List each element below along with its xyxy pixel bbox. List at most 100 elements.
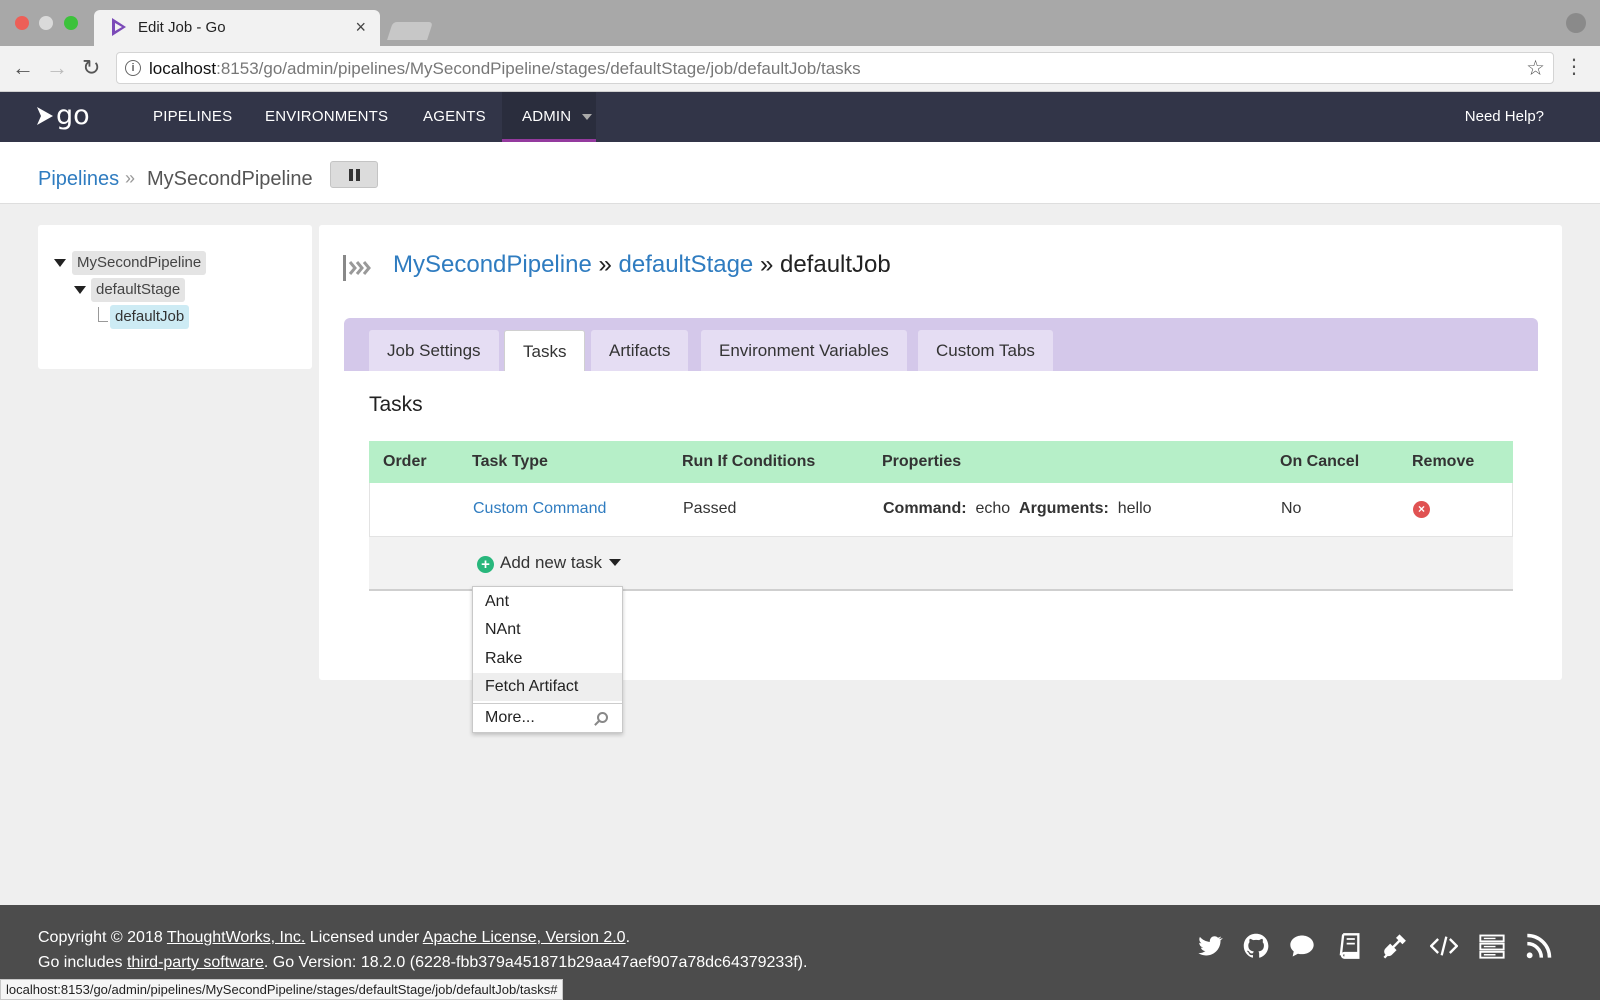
copyright-text: Copyright © 2018: [38, 929, 167, 946]
thoughtworks-link[interactable]: ThoughtWorks, Inc.: [167, 929, 305, 946]
table-header: Order Task Type Run If Conditions Proper…: [369, 441, 1513, 483]
includes-text: Go includes: [38, 954, 127, 971]
url-host: localhost: [149, 59, 217, 78]
tab-close-icon[interactable]: ×: [355, 17, 366, 38]
expand-pipeline-triangle-icon[interactable]: [54, 259, 66, 267]
job-tabs: Job Settings Tasks Artifacts Environment…: [344, 318, 1538, 371]
tab-environment-variables[interactable]: Environment Variables: [701, 330, 907, 371]
logo-text: go: [56, 100, 90, 131]
column-on-cancel: On Cancel: [1280, 453, 1360, 470]
address-bar[interactable]: i localhost:8153/go/admin/pipelines/MySe…: [116, 52, 1554, 84]
breadcrumb-pipelines-link[interactable]: Pipelines: [38, 168, 119, 191]
profile-icon[interactable]: [1566, 13, 1586, 33]
docs-icon[interactable]: [1335, 932, 1363, 960]
new-tab-button[interactable]: [387, 22, 433, 40]
menu-item-nant[interactable]: NAnt: [473, 616, 622, 644]
menu-item-ant[interactable]: Ant: [473, 588, 622, 616]
back-arrow-icon[interactable]: ←: [12, 55, 34, 81]
menu-item-rake[interactable]: Rake: [473, 645, 622, 673]
twitter-icon[interactable]: [1196, 932, 1224, 960]
licensed-text: Licensed under: [305, 929, 423, 946]
minimize-window-button[interactable]: [39, 16, 53, 30]
add-new-task-label: Add new task: [500, 553, 603, 572]
app-header: go PIPELINES ENVIRONMENTS AGENTS ADMIN N…: [0, 92, 1600, 142]
go-logo[interactable]: go: [36, 100, 90, 131]
breadcrumb-current: MySecondPipeline: [147, 168, 313, 190]
breadcrumb-separator: »: [125, 168, 136, 188]
browser-menu-icon[interactable]: ⋮: [1564, 54, 1584, 79]
run-if-value: Passed: [683, 500, 737, 517]
url-path: :8153/go/admin/pipelines/MySecondPipelin…: [216, 59, 861, 78]
period-text: .: [625, 929, 631, 946]
page-title: MySecondPipeline » defaultStage » defaul…: [393, 251, 891, 279]
command-value: echo: [975, 500, 1011, 517]
github-icon[interactable]: [1242, 932, 1270, 960]
bookmark-star-icon[interactable]: ☆: [1526, 56, 1545, 81]
menu-item-more[interactable]: More...: [473, 703, 622, 733]
license-link[interactable]: Apache License, Version 2.0: [423, 929, 626, 946]
tree-item-job[interactable]: defaultJob: [110, 305, 190, 329]
need-help-link[interactable]: Need Help?: [1465, 108, 1544, 125]
nav-environments[interactable]: ENVIRONMENTS: [265, 108, 388, 125]
browser-titlebar: Edit Job - Go ×: [0, 0, 1600, 46]
arguments-label: Arguments:: [1019, 500, 1109, 517]
remove-task-icon[interactable]: ×: [1413, 501, 1430, 518]
api-icon[interactable]: [1430, 932, 1458, 960]
heading-stage-link[interactable]: defaultStage: [619, 251, 754, 278]
on-cancel-value: No: [1281, 500, 1302, 517]
heading-separator: »: [598, 251, 612, 278]
forward-arrow-icon[interactable]: →: [46, 55, 68, 81]
expand-stage-triangle-icon[interactable]: [74, 286, 86, 294]
nav-pipelines[interactable]: PIPELINES: [153, 108, 232, 125]
add-task-row: + Add new task: [369, 537, 1513, 591]
go-favicon-icon: [112, 18, 126, 36]
task-type-dropdown: Ant NAnt Rake Fetch Artifact More...: [472, 586, 623, 733]
tree-item-stage[interactable]: defaultStage: [91, 278, 186, 302]
copyright-line: Copyright © 2018 ThoughtWorks, Inc. Lice…: [38, 929, 630, 947]
tab-artifacts[interactable]: Artifacts: [591, 330, 689, 371]
nav-agents[interactable]: AGENTS: [423, 108, 486, 125]
nav-admin[interactable]: ADMIN: [502, 92, 596, 142]
browser-toolbar: ← → ↻ i localhost:8153/go/admin/pipeline…: [0, 46, 1600, 92]
heading-pipeline-link[interactable]: MySecondPipeline: [393, 251, 592, 278]
browser-tab[interactable]: Edit Job - Go ×: [94, 10, 380, 46]
maximize-window-button[interactable]: [64, 16, 78, 30]
task-type-link[interactable]: Custom Command: [473, 500, 606, 518]
tab-tasks[interactable]: Tasks: [504, 330, 586, 371]
go-logo-icon: [37, 107, 53, 125]
url-text[interactable]: localhost:8153/go/admin/pipelines/MySeco…: [149, 59, 861, 79]
breadcrumb: Pipelines » MySecondPipeline: [0, 142, 1600, 204]
plugin-icon[interactable]: [1382, 932, 1410, 960]
arguments-value: hello: [1117, 500, 1152, 517]
admin-caret-down-icon: [582, 114, 592, 120]
tab-custom-tabs[interactable]: Custom Tabs: [918, 330, 1053, 371]
column-order: Order: [383, 453, 427, 470]
tree-connector-line: [98, 307, 108, 322]
menu-item-more-label: More...: [485, 709, 535, 726]
heading-job: defaultJob: [779, 251, 891, 278]
server-icon[interactable]: [1478, 932, 1506, 960]
version-text: . Go Version: 18.2.0 (6228-fbb379a451871…: [263, 954, 808, 971]
column-properties: Properties: [882, 453, 962, 470]
third-party-link[interactable]: third-party software: [127, 954, 264, 971]
info-icon[interactable]: i: [125, 60, 141, 76]
search-icon: [597, 712, 608, 723]
plus-circle-icon: +: [477, 556, 494, 573]
tree-item-pipeline[interactable]: MySecondPipeline: [72, 251, 207, 275]
nav-admin-label: ADMIN: [522, 108, 572, 125]
menu-item-fetch-artifact[interactable]: Fetch Artifact: [473, 673, 622, 701]
pipeline-tree: MySecondPipeline defaultStage defaultJob: [38, 225, 312, 369]
tab-title: Edit Job - Go: [138, 19, 226, 36]
browser-status-bar: localhost:8153/go/admin/pipelines/MySeco…: [0, 979, 564, 1000]
add-new-task-button[interactable]: + Add new task: [477, 553, 622, 573]
column-run-if: Run If Conditions: [682, 453, 816, 470]
job-chevrons-icon: [343, 255, 371, 281]
properties-value: Command: echo Arguments: hello: [883, 500, 1152, 518]
rss-icon[interactable]: [1525, 932, 1553, 960]
close-window-button[interactable]: [15, 16, 29, 30]
table-row: Custom Command Passed Command: echo Argu…: [369, 483, 1513, 537]
reload-icon[interactable]: ↻: [82, 55, 100, 81]
pause-pipeline-button[interactable]: [330, 161, 378, 188]
chat-icon[interactable]: [1288, 932, 1316, 960]
tab-job-settings[interactable]: Job Settings: [369, 330, 499, 371]
